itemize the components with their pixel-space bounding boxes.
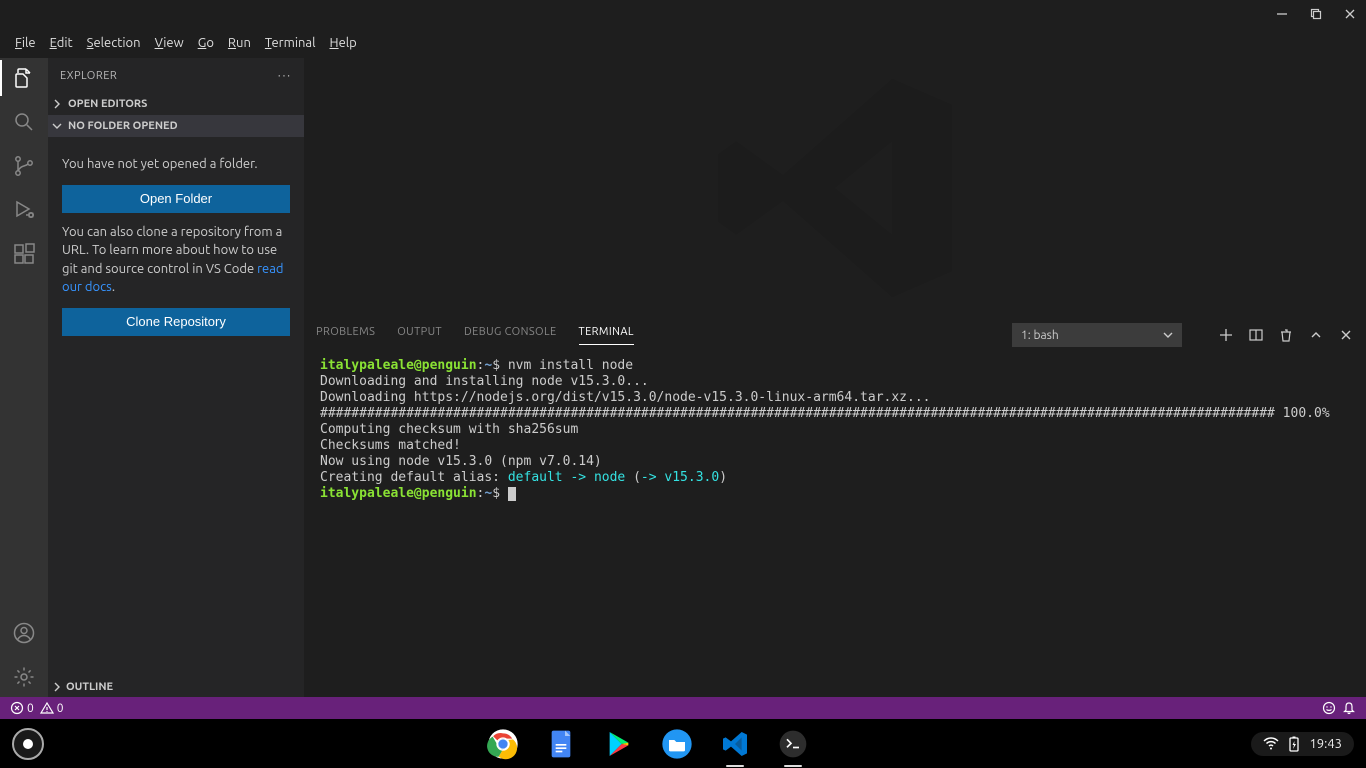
- minimize-button[interactable]: [1274, 6, 1290, 22]
- split-terminal-icon[interactable]: [1248, 327, 1264, 343]
- tab-problems[interactable]: PROBLEMS: [316, 326, 375, 344]
- tab-terminal[interactable]: TERMINAL: [579, 326, 634, 345]
- extensions-icon[interactable]: [12, 242, 36, 266]
- docs-app-icon[interactable]: [543, 726, 579, 762]
- editor-empty-state: [304, 58, 1366, 318]
- clone-repo-button[interactable]: Clone Repository: [62, 308, 290, 336]
- menu-view[interactable]: View: [148, 32, 191, 54]
- chevron-down-icon: [1163, 330, 1173, 340]
- explorer-title: EXPLORER: [60, 70, 117, 82]
- explorer-sidebar: EXPLORER ··· OPEN EDITORS NO FOLDER OPEN…: [48, 58, 304, 697]
- battery-icon: [1289, 736, 1299, 752]
- chromeos-shelf: 19:43: [0, 719, 1366, 768]
- settings-gear-icon[interactable]: [12, 665, 36, 689]
- warning-icon: [40, 701, 54, 715]
- status-feedback[interactable]: [1322, 701, 1336, 715]
- run-debug-icon[interactable]: [12, 198, 36, 222]
- terminal-output[interactable]: italypaleale@penguin:~$ nvm install node…: [304, 352, 1366, 697]
- status-bar: 0 0: [0, 697, 1366, 719]
- play-store-app-icon[interactable]: [601, 726, 637, 762]
- search-icon[interactable]: [12, 110, 36, 134]
- vscode-logo-watermark: [705, 58, 965, 318]
- status-errors[interactable]: 0: [10, 701, 34, 715]
- maximize-panel-icon[interactable]: [1308, 327, 1324, 343]
- explorer-icon[interactable]: [12, 66, 36, 90]
- no-folder-section[interactable]: NO FOLDER OPENED: [48, 115, 304, 137]
- feedback-icon: [1322, 701, 1336, 715]
- system-tray[interactable]: 19:43: [1251, 732, 1354, 756]
- terminal-cursor: [508, 487, 516, 501]
- chevron-down-icon: [52, 121, 64, 131]
- menu-file[interactable]: File: [8, 32, 43, 54]
- error-icon: [10, 701, 24, 715]
- accounts-icon[interactable]: [12, 621, 36, 645]
- chrome-app-icon[interactable]: [485, 726, 521, 762]
- open-editors-section[interactable]: OPEN EDITORS: [48, 93, 304, 115]
- outline-label: OUTLINE: [66, 681, 113, 693]
- close-button[interactable]: [1342, 6, 1358, 22]
- window-titlebar: [0, 0, 1366, 28]
- menu-bar: File Edit Selection View Go Run Terminal…: [0, 28, 1366, 58]
- no-folder-message: You have not yet opened a folder.: [62, 155, 290, 173]
- open-folder-button[interactable]: Open Folder: [62, 185, 290, 213]
- clone-message: You can also clone a repository from a U…: [62, 223, 290, 296]
- tab-debug-console[interactable]: DEBUG CONSOLE: [464, 326, 557, 344]
- no-folder-label: NO FOLDER OPENED: [68, 120, 178, 132]
- menu-help[interactable]: Help: [323, 32, 364, 54]
- bell-icon: [1342, 701, 1356, 715]
- clock: 19:43: [1309, 737, 1342, 751]
- wifi-icon: [1263, 736, 1279, 752]
- terminal-app-icon[interactable]: [775, 726, 811, 762]
- menu-go[interactable]: Go: [191, 32, 221, 54]
- chevron-right-icon: [52, 99, 64, 109]
- new-terminal-icon[interactable]: [1218, 327, 1234, 343]
- status-warnings[interactable]: 0: [40, 701, 64, 715]
- menu-run[interactable]: Run: [221, 32, 258, 54]
- status-notifications[interactable]: [1342, 701, 1356, 715]
- outline-section[interactable]: OUTLINE: [48, 675, 304, 697]
- terminal-selector-label: 1: bash: [1021, 329, 1059, 342]
- menu-edit[interactable]: Edit: [43, 32, 80, 54]
- tab-output[interactable]: OUTPUT: [397, 326, 442, 344]
- launcher-button[interactable]: [12, 728, 44, 760]
- terminal-selector[interactable]: 1: bash: [1012, 323, 1182, 347]
- more-actions-icon[interactable]: ···: [278, 70, 292, 82]
- kill-terminal-icon[interactable]: [1278, 327, 1294, 343]
- maximize-button[interactable]: [1308, 6, 1324, 22]
- files-app-icon[interactable]: [659, 726, 695, 762]
- menu-selection[interactable]: Selection: [80, 32, 148, 54]
- open-editors-label: OPEN EDITORS: [68, 98, 147, 110]
- source-control-icon[interactable]: [12, 154, 36, 178]
- vscode-app-icon[interactable]: [717, 726, 753, 762]
- close-panel-icon[interactable]: [1338, 327, 1354, 343]
- bottom-panel: PROBLEMS OUTPUT DEBUG CONSOLE TERMINAL 1…: [304, 318, 1366, 697]
- chevron-right-icon: [52, 682, 62, 692]
- menu-terminal[interactable]: Terminal: [258, 32, 323, 54]
- activity-bar: [0, 58, 48, 697]
